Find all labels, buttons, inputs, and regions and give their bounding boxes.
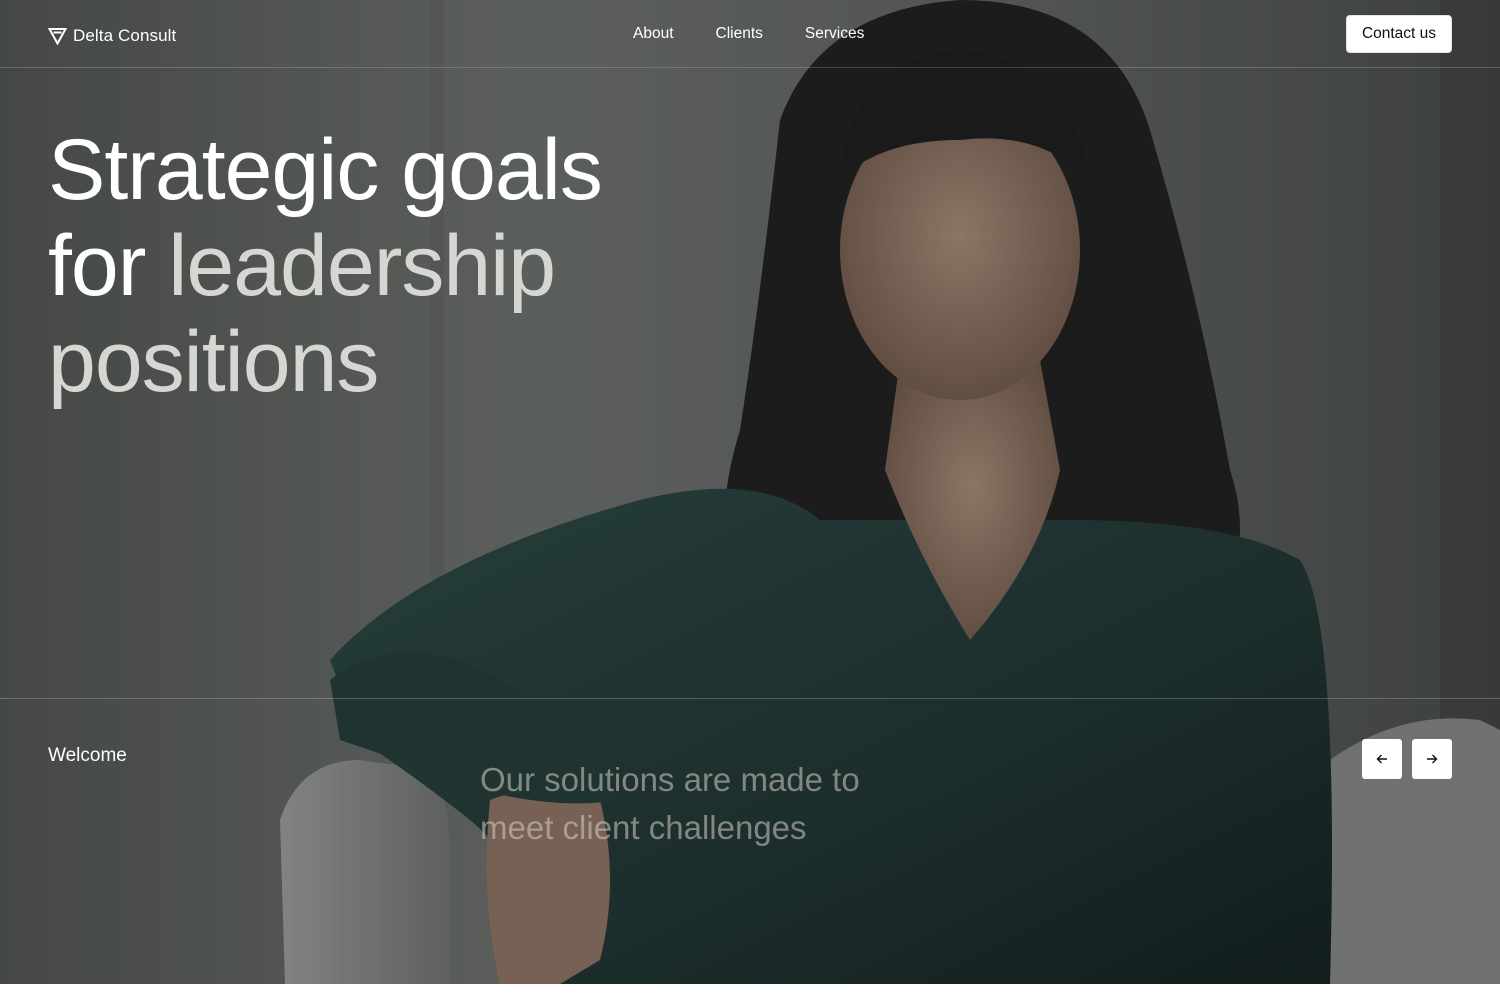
brand-name: Delta Consult	[73, 26, 177, 45]
carousel-next-button[interactable]	[1412, 739, 1452, 779]
brand-logo[interactable]: Delta Consult	[48, 26, 176, 46]
top-navigation: Delta Consult About Clients Services Con…	[0, 0, 1500, 68]
headline-word-leadership: leadership	[168, 218, 556, 314]
delta-triangle-icon	[48, 28, 67, 45]
main-nav-links: About Clients Services	[633, 24, 864, 44]
headline-word-for: for	[48, 218, 146, 314]
section-divider	[0, 698, 1500, 699]
headline-line-3: positions	[48, 314, 379, 410]
arrow-left-icon	[1376, 754, 1387, 764]
hero-headline: Strategic goals for leadership positions	[48, 122, 768, 410]
nav-link-about[interactable]: About	[633, 24, 674, 44]
carousel-prev-button[interactable]	[1362, 739, 1402, 779]
nav-link-clients[interactable]: Clients	[716, 24, 763, 44]
headline-line-1: Strategic goals	[48, 122, 603, 218]
contact-us-button[interactable]: Contact us	[1346, 15, 1452, 53]
welcome-label: Welcome	[48, 745, 127, 766]
hero-tagline: Our solutions are made to meet client ch…	[480, 761, 860, 846]
arrow-right-icon	[1427, 754, 1438, 764]
nav-link-services[interactable]: Services	[805, 24, 864, 44]
hero-section: Delta Consult About Clients Services Con…	[0, 0, 1500, 984]
